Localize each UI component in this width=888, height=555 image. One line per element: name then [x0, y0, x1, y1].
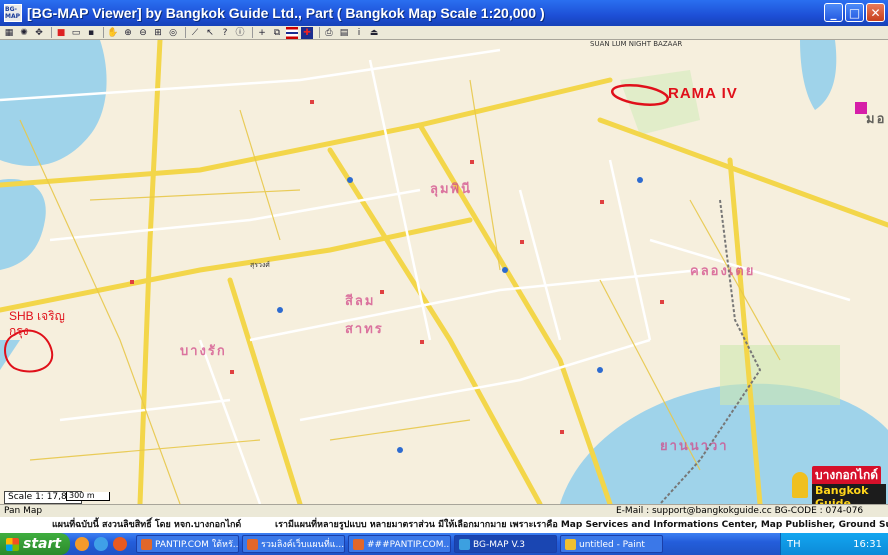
stop-icon[interactable]: ■ — [55, 27, 67, 39]
window-title: [BG-MAP Viewer] by Bangkok Guide Ltd., P… — [27, 5, 545, 21]
scale-bar: 300 m — [66, 492, 110, 501]
logo-thai-text: บางกอกไกด์ — [812, 466, 882, 485]
taskbar-item[interactable]: PANTIP.COM ใต้หรั... — [136, 535, 239, 553]
footer-copyright: แผนที่ฉบับนี้ สงวนลิขสิทธิ์ โดย หจก.บางก… — [52, 520, 242, 530]
start-button[interactable]: start — [0, 533, 70, 555]
info-icon[interactable]: ⓘ — [234, 27, 246, 39]
annotation-shb-line2: กรุง — [9, 324, 29, 338]
map-label-khlong-toei: คลองเตย — [690, 264, 756, 279]
layer-icon[interactable]: ▦ — [3, 27, 15, 39]
taskbar-item[interactable]: ###PANTIP.COM... — [348, 535, 451, 553]
language-indicator[interactable]: TH — [787, 539, 801, 550]
flag-thai-icon[interactable] — [286, 26, 298, 39]
exit-icon[interactable]: ⏏ — [368, 27, 380, 39]
copy-icon[interactable]: ⧉ — [271, 27, 283, 39]
zoom-out-icon[interactable]: ⊖ — [137, 27, 149, 39]
taskbar: start PANTIP.COM ใต้หรั... รวมลิงค์เว็บแผ… — [0, 533, 888, 555]
help-icon[interactable]: ? — [219, 27, 231, 39]
toolbar-separator — [319, 27, 320, 38]
pan-icon[interactable]: ✋ — [107, 27, 119, 39]
gps-icon[interactable]: ✺ — [18, 27, 30, 39]
firefox-quicklaunch-icon[interactable] — [75, 537, 89, 551]
status-bar: Pan Map E-Mail : support@bangkokguide.cc… — [0, 504, 888, 518]
map-label-yannawa: ยานนาวา — [660, 439, 729, 454]
flag-uk-icon[interactable]: ✚ — [301, 26, 313, 39]
move-icon[interactable]: ✥ — [33, 27, 45, 39]
map-label-surawong: สุรวงศ์ — [250, 261, 270, 269]
start-label: start — [23, 536, 62, 552]
footer-banner: แผนที่ฉบับนี้ สงวนลิขสิทธิ์ โดย หจก.บางก… — [0, 517, 888, 533]
taskbar-item[interactable]: รวมลิงค์เว็บแผนที่แ... — [242, 535, 345, 553]
windows-logo-icon — [6, 537, 19, 551]
map-label-sathorn: สาทร — [345, 322, 384, 337]
map-label-silom: สีลม — [345, 294, 376, 309]
map-label-mo: มอ — [866, 112, 887, 127]
about-icon[interactable]: i — [353, 27, 365, 39]
zoom-window-icon[interactable]: ⊞ — [152, 27, 164, 39]
crosshair-icon[interactable]: + — [256, 27, 268, 39]
close-button[interactable]: ✕ — [866, 3, 885, 22]
print-icon[interactable]: ⎙ — [323, 27, 335, 39]
map-canvas[interactable]: SUAN LUM NIGHT BAZAAR ลุมพินี สีลม สาทร … — [0, 40, 888, 504]
toolbar-separator — [252, 27, 253, 38]
taskbar-item[interactable]: BG-MAP V.3 — [454, 535, 557, 553]
bangkok-guide-logo: บางกอกไกด์ Bangkok Guide — [790, 464, 886, 504]
map-label-lumpini: ลุมพินี — [430, 182, 472, 197]
ie-quicklaunch-icon[interactable] — [94, 537, 108, 551]
toolbar-separator — [51, 27, 52, 38]
book-icon[interactable]: ▤ — [338, 27, 350, 39]
toolbar-separator — [185, 27, 186, 38]
maximize-button[interactable]: □ — [845, 3, 864, 22]
save-icon[interactable]: ▪ — [85, 27, 97, 39]
toolbar-separator — [103, 27, 104, 38]
pointer-icon[interactable]: ↖ — [204, 27, 216, 39]
title-bar[interactable]: BG-MAP [BG-MAP Viewer] by Bangkok Guide … — [0, 0, 888, 26]
footer-services: เรามีแผนที่หลายรูปแบบ หลายมาตราส่วน มีให… — [275, 520, 888, 530]
logo-figure-icon — [792, 472, 808, 498]
map-label-bangrak: บางรัก — [180, 344, 227, 359]
system-tray: TH 16:31 — [780, 533, 888, 555]
clock: 16:31 — [853, 538, 882, 550]
zoom-extent-icon[interactable]: ◎ — [167, 27, 179, 39]
open-icon[interactable]: ▭ — [70, 27, 82, 39]
browser-quicklaunch-icon[interactable] — [113, 537, 127, 551]
minimize-button[interactable]: _ — [824, 3, 843, 22]
logo-en-text: Bangkok Guide — [812, 484, 886, 504]
map-label-night-bazaar: SUAN LUM NIGHT BAZAAR — [590, 40, 683, 48]
toolbar: ▦ ✺ ✥ ■ ▭ ▪ ✋ ⊕ ⊖ ⊞ ◎ ⟋ ↖? ⓘ + ⧉ ✚ ⎙ ▤ i ⏏ — [0, 26, 888, 40]
zoom-in-icon[interactable]: ⊕ — [122, 27, 134, 39]
annotation-rama4: RAMA IV — [668, 85, 738, 102]
measure-icon[interactable]: ⟋ — [189, 27, 201, 39]
taskbar-item[interactable]: untitled - Paint — [560, 535, 663, 553]
app-icon: BG-MAP — [4, 4, 22, 22]
